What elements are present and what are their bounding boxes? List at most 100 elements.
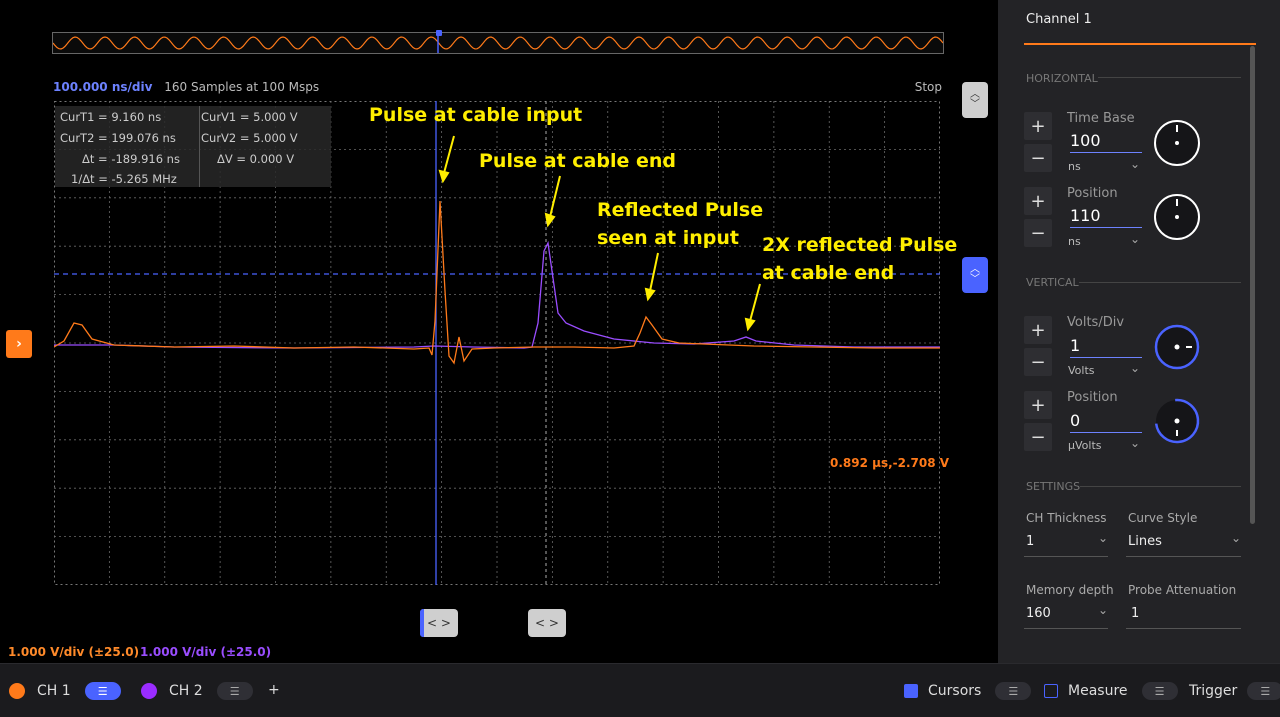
probe-attenuation-input[interactable]: 1 [1131, 606, 1139, 621]
panel-title: Channel 1 [1026, 12, 1092, 27]
section-horizontal: HORIZONTAL [1026, 72, 1098, 85]
time-base-increase-button[interactable]: + [1024, 112, 1052, 140]
trigger-toggle[interactable]: Trigger ☰ [1189, 682, 1280, 700]
ch1-settings-icon[interactable]: ☰ [84, 682, 121, 700]
measure-checkbox[interactable] [1044, 684, 1058, 698]
volts-div-input[interactable]: 1 [1070, 336, 1142, 358]
pointer-value-readout: 0.892 μs,-2.708 V [830, 456, 950, 470]
chevron-down-icon: ⌄ [1098, 603, 1109, 617]
h-position-label: Position [1067, 186, 1118, 201]
channel-1-toggle[interactable]: CH 1 ☰ [9, 682, 121, 700]
handle-label: < > [535, 616, 559, 630]
time-cursor-2-handle[interactable]: < > [528, 609, 566, 637]
chevron-down-icon: ⌄ [1130, 436, 1141, 450]
channel-2-toggle[interactable]: CH 2 ☰ [141, 682, 253, 700]
trigger-label: Trigger [1189, 683, 1238, 699]
curve-style-label: Curve Style [1128, 511, 1198, 525]
panel-title-underline [1024, 43, 1256, 45]
annotation-pulse-input: Pulse at cable input [369, 104, 583, 126]
trigger-settings-icon[interactable]: ☰ [1247, 682, 1280, 700]
bottom-toolbar: CH 1 ☰ CH 2 ☰ + Cursors ☰ Measure ☰ Trig… [0, 663, 1280, 717]
h-position-knob[interactable] [1154, 194, 1200, 240]
run-state: Stop [914, 80, 942, 94]
samples-info: 160 Samples at 100 Msps [164, 80, 320, 94]
chevron-right-icon: › [16, 336, 22, 352]
chevron-down-icon: ﹀ [970, 99, 980, 110]
cursor-readout-panel: CurT1 = 9.160 ns CurT2 = 199.076 ns Δt =… [55, 106, 331, 187]
chevron-down-icon: ﹀ [970, 274, 980, 285]
cursors-checkbox[interactable] [904, 684, 918, 698]
annotation-2x-l1: 2X reflected Pulse [762, 234, 958, 256]
time-base-unit-select[interactable]: ns [1068, 160, 1081, 173]
curv1-value: CurV1 = 5.000 V [201, 110, 298, 124]
delta-t-value: Δt = -189.916 ns [82, 152, 180, 166]
annotation-pulse-end: Pulse at cable end [479, 150, 677, 172]
v-position-knob[interactable] [1153, 397, 1201, 445]
curve-style-select[interactable]: Lines [1128, 534, 1162, 549]
chevron-down-icon: ⌄ [1130, 361, 1141, 375]
overview-position-marker[interactable] [436, 30, 442, 36]
v-position-increase-button[interactable]: + [1024, 391, 1052, 419]
ch-thickness-label: CH Thickness [1026, 511, 1107, 525]
acquisition-info: 100.000 ns/div 160 Samples at 100 Msps [53, 80, 319, 94]
v-position-input[interactable]: 0 [1070, 411, 1142, 433]
v-position-label: Position [1067, 390, 1118, 405]
cursors-label: Cursors [928, 683, 982, 699]
time-base-knob[interactable] [1154, 120, 1200, 166]
chevron-down-icon: ⌄ [1231, 531, 1242, 545]
chevron-down-icon: ⌄ [1098, 531, 1109, 545]
ch1-color-dot [9, 683, 25, 699]
ch2-label: CH 2 [169, 683, 203, 699]
volts-div-knob[interactable] [1153, 323, 1201, 371]
handle-label: < > [427, 616, 451, 630]
scroll-vertical-button[interactable]: ︿ ﹀ [962, 82, 988, 118]
memory-depth-select[interactable]: 160 [1026, 606, 1051, 621]
time-base-label: Time Base [1067, 111, 1135, 126]
ch2-scale: 1.000 V/div (±25.0) [140, 645, 272, 659]
chevron-down-icon: ⌄ [1130, 157, 1141, 171]
ch-thickness-select[interactable]: 1 [1026, 534, 1034, 549]
v-position-unit-select[interactable]: μVolts [1068, 439, 1102, 452]
overview-waveform [53, 33, 943, 53]
section-vertical: VERTICAL [1026, 276, 1079, 289]
ch1-label: CH 1 [37, 683, 71, 699]
volts-div-unit-select[interactable]: Volts [1068, 364, 1095, 377]
ch1-scale: 1.000 V/div (±25.0) [8, 645, 140, 659]
time-cursor-1-handle[interactable]: < > [420, 609, 458, 637]
inverse-delta-t-value: 1/Δt = -5.265 MHz [71, 172, 177, 186]
measure-label: Measure [1068, 683, 1128, 699]
h-position-increase-button[interactable]: + [1024, 187, 1052, 215]
ch2-settings-icon[interactable]: ☰ [216, 682, 253, 700]
time-base-input[interactable]: 100 [1070, 131, 1142, 153]
chevron-down-icon: ⌄ [1130, 232, 1141, 246]
annotation-reflected-l1: Reflected Pulse [597, 199, 764, 221]
handle-accent [420, 609, 424, 637]
h-position-unit-select[interactable]: ns [1068, 235, 1081, 248]
cursors-settings-icon[interactable]: ☰ [995, 682, 1032, 700]
section-settings: SETTINGS [1026, 480, 1081, 493]
volts-div-label: Volts/Div [1067, 315, 1125, 330]
h-position-decrease-button[interactable]: − [1024, 219, 1052, 247]
curt1-value: CurT1 = 9.160 ns [60, 110, 162, 124]
voltage-cursor-handle[interactable]: ︿ ﹀ [962, 257, 988, 293]
curv2-value: CurV2 = 5.000 V [201, 131, 298, 145]
delta-v-value: ΔV = 0.000 V [217, 152, 295, 166]
measure-settings-icon[interactable]: ☰ [1141, 682, 1178, 700]
memory-depth-label: Memory depth [1026, 583, 1114, 597]
add-icon: + [268, 682, 280, 698]
time-base-decrease-button[interactable]: − [1024, 144, 1052, 172]
time-per-div: 100.000 ns/div [53, 80, 153, 94]
measure-toggle[interactable]: Measure ☰ [1044, 682, 1178, 700]
volts-div-increase-button[interactable]: + [1024, 316, 1052, 344]
waveform-overview[interactable] [52, 30, 944, 54]
panel-scrollbar[interactable] [1250, 46, 1255, 524]
curt2-value: CurT2 = 199.076 ns [60, 131, 176, 145]
volts-div-decrease-button[interactable]: − [1024, 348, 1052, 376]
annotation-2x-l2: at cable end [762, 262, 895, 284]
add-channel-button[interactable]: + [268, 682, 280, 698]
ch1-offset-marker[interactable]: › [6, 330, 32, 358]
probe-attenuation-label: Probe Attenuation [1128, 583, 1237, 597]
h-position-input[interactable]: 110 [1070, 206, 1142, 228]
v-position-decrease-button[interactable]: − [1024, 423, 1052, 451]
cursors-toggle[interactable]: Cursors ☰ [904, 682, 1032, 700]
